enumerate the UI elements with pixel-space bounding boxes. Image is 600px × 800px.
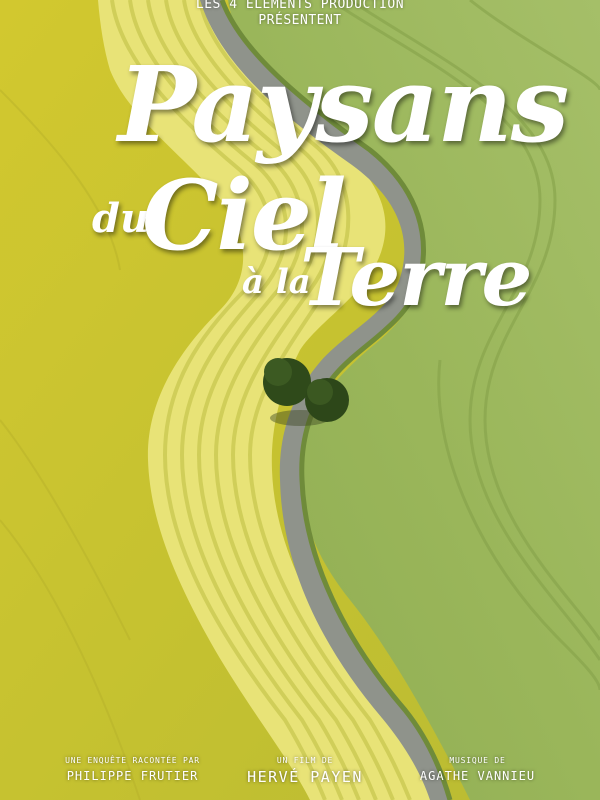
credit-name: HERVÉ PAYEN bbox=[247, 768, 363, 786]
title-paysans: Paysans bbox=[118, 43, 569, 166]
credit-music: MUSIQUE DE AGATHE VANNIEU bbox=[395, 756, 560, 784]
production-company: LES 4 ELEMENTS PRODUCTION bbox=[195, 0, 405, 12]
credit-director: UN FILM DE HERVÉ PAYEN bbox=[220, 756, 390, 786]
credit-name: PHILIPPE FRUTIER bbox=[66, 769, 199, 783]
presents-label: PRÉSENTENT bbox=[258, 13, 342, 28]
credit-name: AGATHE VANNIEU bbox=[419, 769, 536, 783]
production-credit: LES 4 ELEMENTS PRODUCTION PRÉSENTENT bbox=[0, 0, 600, 29]
title-terre: Terre bbox=[300, 230, 532, 324]
credit-role: MUSIQUE DE bbox=[449, 756, 506, 765]
credit-role: UN FILM DE bbox=[276, 756, 334, 765]
credit-narrator: UNE ENQUÊTE RACONTÉE PAR PHILIPPE FRUTIE… bbox=[50, 756, 215, 784]
title-du: du bbox=[92, 195, 150, 242]
credit-role: UNE ENQUÊTE RACONTÉE PAR bbox=[65, 756, 200, 765]
movie-poster: LES 4 ELEMENTS PRODUCTION PRÉSENTENT Pay… bbox=[0, 0, 600, 800]
